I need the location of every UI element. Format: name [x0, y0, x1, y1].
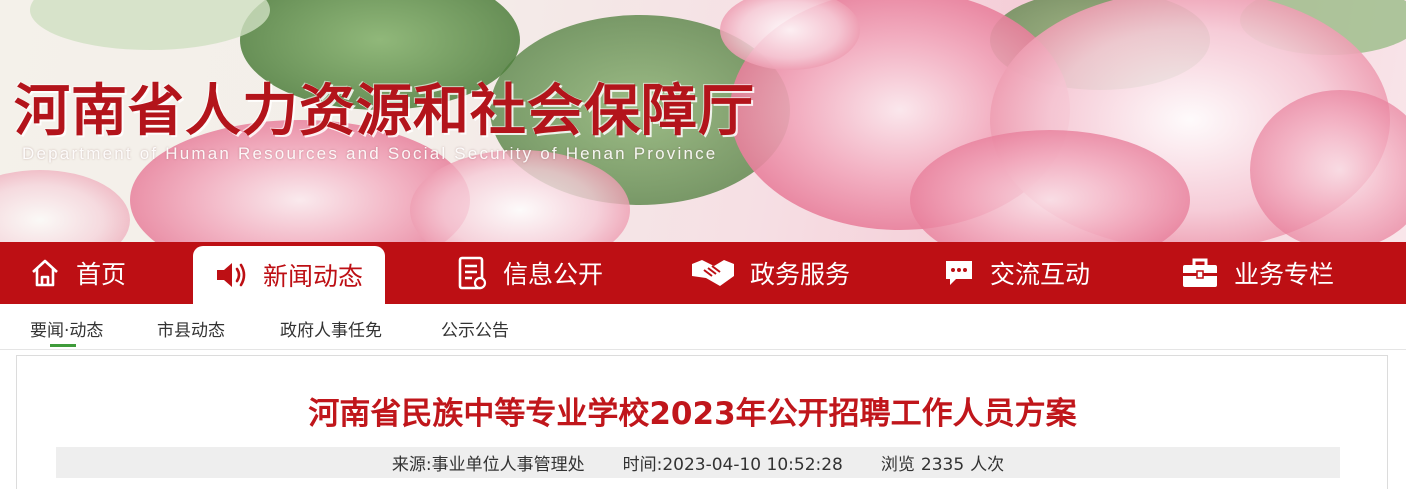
subnav-item-city-county-news[interactable]: 市县动态 [157, 316, 225, 341]
home-icon [28, 256, 62, 290]
time-value: 2023-04-10 10:52:28 [662, 455, 843, 475]
speaker-icon [215, 258, 249, 292]
handshake-icon [690, 256, 736, 290]
source-value: 事业单位人事管理处 [431, 455, 585, 475]
views-unit: 人次 [970, 455, 1005, 475]
article-title: 河南省民族中等专业学校2023年公开招聘工作人员方案 [308, 396, 1077, 432]
nav-item-label: 信息公开 [503, 260, 604, 289]
document-icon [455, 256, 489, 290]
header-banner: 河南省人力资源和社会保障厅 Department of Human Resour… [0, 0, 1406, 242]
site-title: 河南省人力资源和社会保障厅 [14, 78, 755, 144]
nav-item-label: 政务服务 [750, 260, 851, 289]
nav-item-label: 交流互动 [990, 260, 1091, 289]
views-label: 浏览 [880, 455, 915, 475]
article-meta: 来源:事业单位人事管理处 时间:2023-04-10 10:52:28 浏览 23… [56, 447, 1340, 478]
subnav-item-announcements[interactable]: 公示公告 [441, 316, 509, 341]
article-time: 时间:2023-04-10 10:52:28 [623, 450, 843, 475]
article-views: 浏览 2335 人次 [881, 450, 1004, 475]
subnav-active-marker [50, 344, 76, 347]
nav-item-news[interactable]: 新闻动态 [193, 246, 386, 304]
site-subtitle: Department of Human Resources and Social… [22, 144, 718, 163]
nav-item-info-disclosure[interactable]: 信息公开 [455, 242, 603, 304]
sub-nav: 要闻·动态 市县动态 政府人事任免 公示公告 [0, 304, 1406, 350]
briefcase-icon [1180, 256, 1220, 290]
chat-icon [942, 256, 976, 290]
time-label: 时间: [622, 455, 663, 475]
nav-item-business-column[interactable]: 业务专栏 [1180, 242, 1334, 304]
nav-item-label: 新闻动态 [263, 262, 364, 291]
main-nav: 首页 新闻动态 信息公开 政务服务 交流互动 业务专栏 [0, 242, 1406, 304]
subnav-item-headlines[interactable]: 要闻·动态 [30, 316, 103, 341]
article-source: 来源:事业单位人事管理处 [392, 450, 585, 475]
source-label: 来源: [391, 455, 432, 475]
nav-item-label: 首页 [76, 260, 127, 289]
nav-item-home[interactable]: 首页 [28, 242, 126, 304]
nav-item-gov-services[interactable]: 政务服务 [690, 242, 850, 304]
views-count: 2335 [920, 455, 965, 475]
nav-item-interaction[interactable]: 交流互动 [942, 242, 1090, 304]
nav-item-label: 业务专栏 [1234, 260, 1335, 289]
subnav-item-appointments[interactable]: 政府人事任免 [280, 316, 382, 341]
